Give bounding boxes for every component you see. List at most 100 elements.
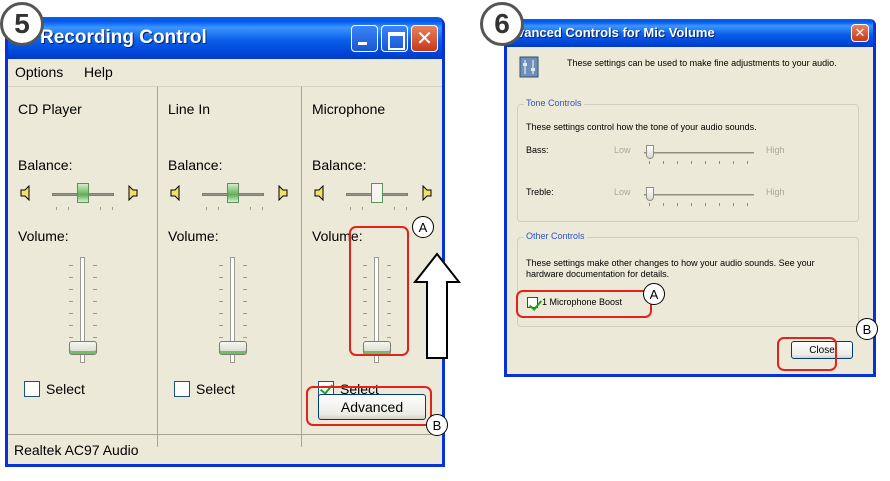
volume-tick xyxy=(93,301,97,302)
balance-label: Balance: xyxy=(312,157,367,173)
mic-boost-highlight xyxy=(516,290,652,318)
volume-tick xyxy=(243,289,247,290)
balance-tick xyxy=(262,207,263,210)
window-title: Recording Control xyxy=(40,27,207,48)
treble-slider-track[interactable] xyxy=(644,194,754,196)
select-label[interactable]: Select xyxy=(196,381,235,397)
bass-low-label: Low xyxy=(614,145,631,155)
volume-tick xyxy=(243,337,247,338)
marker-a-step6: A xyxy=(643,283,665,305)
volume-tick xyxy=(69,277,73,278)
balance-tick xyxy=(218,207,219,210)
volume-tick xyxy=(243,325,247,326)
bass-slider-track[interactable] xyxy=(644,152,754,154)
menu-help[interactable]: Help xyxy=(84,64,113,80)
tone-tick xyxy=(677,161,678,164)
other-controls-title: Other Controls xyxy=(524,231,587,241)
volume-tick xyxy=(93,325,97,326)
close-button-highlight xyxy=(777,337,837,371)
maximize-button[interactable] xyxy=(381,25,408,52)
tone-tick xyxy=(733,161,734,164)
bass-slider-thumb[interactable] xyxy=(646,145,654,159)
volume-tick xyxy=(219,289,223,290)
menu-options[interactable]: Options xyxy=(15,64,63,80)
tone-tick xyxy=(649,203,650,206)
marker-b-step6: B xyxy=(856,318,878,340)
balance-tick xyxy=(56,207,57,210)
status-bar: Realtek AC97 Audio xyxy=(8,434,442,464)
speaker-left-icon xyxy=(168,184,184,202)
bass-high-label: High xyxy=(766,145,785,155)
volume-tick xyxy=(243,265,247,266)
status-text: Realtek AC97 Audio xyxy=(14,442,139,458)
tone-controls-title: Tone Controls xyxy=(524,98,584,108)
balance-tick xyxy=(68,207,69,210)
volume-tick xyxy=(243,277,247,278)
volume-tick xyxy=(93,277,97,278)
tone-description: These settings control how the tone of y… xyxy=(526,122,757,132)
select-checkbox[interactable] xyxy=(24,381,40,397)
mic-volume-highlight xyxy=(349,226,409,356)
minimize-button[interactable] xyxy=(351,25,378,52)
speaker-right-icon xyxy=(124,184,140,202)
tone-controls-group: Tone Controls These settings control how… xyxy=(517,98,859,222)
treble-label: Treble: xyxy=(526,187,554,197)
select-checkbox[interactable] xyxy=(174,381,190,397)
step-6-badge: 6 xyxy=(480,2,524,46)
tone-tick xyxy=(649,161,650,164)
tone-tick xyxy=(663,161,664,164)
speaker-left-icon xyxy=(18,184,34,202)
advanced-window-title: vanced Controls for Mic Volume xyxy=(517,25,715,40)
balance-tick xyxy=(362,207,363,210)
advanced-controls-window: vanced Controls for Mic Volume ✕ These s… xyxy=(504,19,876,377)
select-label[interactable]: Select xyxy=(46,381,85,397)
advanced-close-x-button[interactable]: ✕ xyxy=(851,24,869,42)
tone-tick xyxy=(719,203,720,206)
tone-tick xyxy=(691,203,692,206)
other-description: These settings make other changes to how… xyxy=(526,258,815,279)
menu-bar: Options Help xyxy=(8,59,442,87)
volume-slider-thumb[interactable] xyxy=(219,341,247,355)
marker-a-step5: A xyxy=(412,216,434,238)
balance-slider-thumb[interactable] xyxy=(77,183,89,203)
tone-tick xyxy=(691,161,692,164)
volume-tick xyxy=(69,265,73,266)
volume-tick xyxy=(69,337,73,338)
step-5-badge: 5 xyxy=(0,2,44,46)
tone-tick xyxy=(747,161,748,164)
close-icon: ✕ xyxy=(416,28,433,50)
balance-slider-thumb[interactable] xyxy=(371,183,383,203)
volume-tick xyxy=(93,289,97,290)
volume-tick xyxy=(69,301,73,302)
volume-tick xyxy=(93,313,97,314)
intro-text: These settings can be used to make fine … xyxy=(567,58,837,68)
balance-tick xyxy=(406,207,407,210)
bass-label: Bass: xyxy=(526,145,549,155)
volume-tick xyxy=(69,325,73,326)
volume-tick xyxy=(219,337,223,338)
tone-tick xyxy=(747,203,748,206)
up-arrow-icon xyxy=(412,252,462,359)
close-button[interactable]: ✕ xyxy=(411,25,438,52)
volume-tick xyxy=(93,265,97,266)
balance-slider-thumb[interactable] xyxy=(227,183,239,203)
speaker-left-icon xyxy=(312,184,328,202)
volume-tick xyxy=(243,301,247,302)
balance-label: Balance: xyxy=(18,157,73,173)
treble-slider-thumb[interactable] xyxy=(646,187,654,201)
balance-label: Balance: xyxy=(168,157,223,173)
title-bar-advanced: vanced Controls for Mic Volume ✕ xyxy=(507,19,873,47)
volume-label: Volume: xyxy=(18,228,69,244)
advanced-button-highlight xyxy=(306,386,432,426)
speaker-right-icon xyxy=(274,184,290,202)
channel-title: Microphone xyxy=(312,101,386,117)
channel-title: CD Player xyxy=(18,101,82,117)
volume-slider[interactable] xyxy=(63,257,103,367)
volume-slider-thumb[interactable] xyxy=(69,341,97,355)
volume-tick xyxy=(219,265,223,266)
tone-tick xyxy=(663,203,664,206)
tone-tick xyxy=(733,203,734,206)
volume-slider[interactable] xyxy=(213,257,253,367)
balance-tick xyxy=(100,207,101,210)
channel-panel-cd-player: CD Player Balance: Volume: Select xyxy=(8,87,158,447)
